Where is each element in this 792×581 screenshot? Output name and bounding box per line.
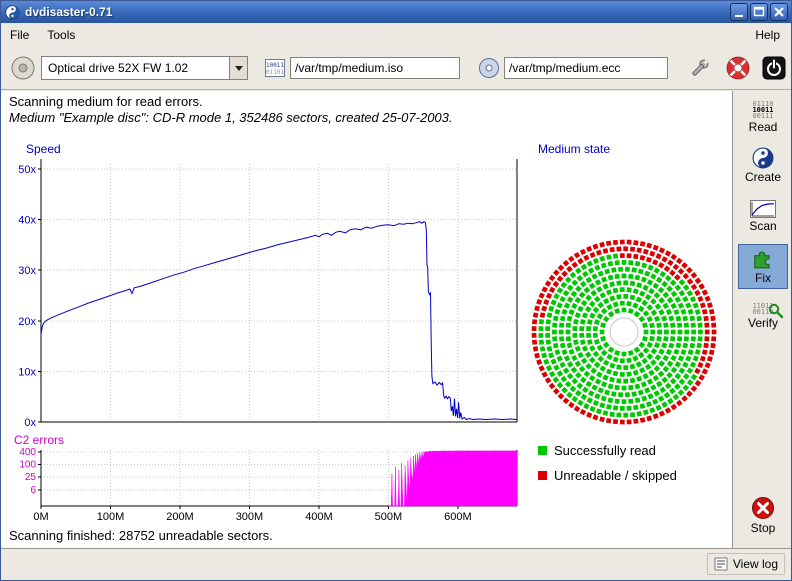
- svg-text:500M: 500M: [375, 511, 403, 523]
- svg-text:25: 25: [25, 472, 37, 483]
- puzzle-icon: [752, 248, 774, 270]
- quit-button[interactable]: [760, 54, 788, 82]
- stop-button-label: Stop: [751, 521, 776, 535]
- svg-text:0x: 0x: [24, 417, 36, 429]
- view-log-label: View log: [733, 557, 778, 571]
- svg-text:600M: 600M: [444, 511, 472, 523]
- fix-button[interactable]: Fix: [738, 244, 788, 289]
- toolbar: Optical drive 52X FW 1.02 10011 01101: [1, 47, 791, 90]
- log-icon: [714, 557, 728, 571]
- svg-text:30x: 30x: [18, 265, 36, 277]
- legend-swatch-skipped: [538, 471, 547, 480]
- view-log-button[interactable]: View log: [707, 553, 785, 575]
- window-title: dvdisaster-0.71: [25, 5, 112, 19]
- magnifier-icon: [768, 303, 784, 319]
- medium-state-disc: [528, 231, 722, 429]
- curve-icon: [750, 200, 776, 218]
- wrench-icon: [689, 57, 711, 79]
- binary-icon: 01110 10011 00111: [752, 101, 773, 119]
- svg-text:10x: 10x: [18, 366, 36, 378]
- statusbar: View log: [1, 548, 791, 581]
- close-button[interactable]: [770, 3, 788, 21]
- svg-text:400M: 400M: [305, 511, 333, 523]
- verify-button[interactable]: 11011 00110 Verify: [738, 293, 788, 339]
- svg-text:01101: 01101: [266, 69, 284, 76]
- scan-button[interactable]: Scan: [738, 194, 788, 238]
- drive-select-value: Optical drive 52X FW 1.02: [42, 61, 229, 75]
- svg-text:10011: 10011: [266, 62, 284, 69]
- power-icon: [762, 56, 786, 80]
- create-button-label: Create: [745, 170, 781, 184]
- svg-text:C2 errors: C2 errors: [14, 433, 64, 447]
- svg-text:6: 6: [30, 485, 36, 496]
- yin-yang-icon: [752, 147, 774, 169]
- fix-button-label: Fix: [755, 271, 771, 285]
- app-window: dvdisaster-0.71 File Tools Help Opti: [0, 0, 792, 581]
- lifesaver-icon: [726, 56, 750, 80]
- menu-tools[interactable]: Tools: [38, 24, 84, 46]
- speed-c2-chart: 0M 100M 200M 300M 400M 500M 600M 0x 10x 20x 30x 40x…: [9, 141, 529, 533]
- svg-text:20x: 20x: [18, 316, 36, 328]
- drive-icon: [10, 55, 36, 81]
- legend-label-read: Successfully read: [554, 443, 656, 458]
- svg-text:Speed: Speed: [26, 142, 61, 156]
- stop-button[interactable]: Stop: [738, 491, 788, 539]
- legend-item-skipped: Unreadable / skipped: [538, 468, 677, 483]
- svg-text:50x: 50x: [18, 164, 36, 176]
- stop-icon: [751, 496, 775, 520]
- svg-text:40x: 40x: [18, 215, 36, 227]
- read-button-label: Read: [749, 120, 778, 134]
- legend-item-read: Successfully read: [538, 443, 656, 458]
- medium-state-title: Medium state: [538, 142, 610, 156]
- verify-icon: 11011 00110: [752, 303, 773, 315]
- legend-swatch-read: [538, 446, 547, 455]
- read-button[interactable]: 01110 10011 00111 Read: [738, 96, 788, 138]
- menu-help[interactable]: Help: [746, 24, 789, 46]
- svg-text:200M: 200M: [166, 511, 194, 523]
- preferences-button[interactable]: [686, 54, 714, 82]
- svg-text:100M: 100M: [97, 511, 125, 523]
- menubar: File Tools Help: [1, 23, 791, 47]
- svg-text:400: 400: [19, 447, 36, 458]
- legend-label-skipped: Unreadable / skipped: [554, 468, 677, 483]
- medium-info: Medium "Example disc": CD-R mode 1, 3524…: [9, 110, 453, 125]
- titlebar[interactable]: dvdisaster-0.71: [1, 1, 791, 23]
- svg-text:100: 100: [19, 460, 36, 471]
- status-message: Scanning medium for read errors.: [9, 94, 203, 109]
- ecc-file-icon: [478, 57, 500, 79]
- scan-result-status: Scanning finished: 28752 unreadable sect…: [9, 528, 273, 543]
- maximize-button[interactable]: [750, 3, 768, 21]
- svg-text:300M: 300M: [236, 511, 264, 523]
- chevron-down-icon: [235, 66, 243, 71]
- menu-file[interactable]: File: [1, 24, 38, 46]
- main-panel: Scanning medium for read errors. Medium …: [1, 91, 732, 548]
- combo-arrow-button[interactable]: [229, 57, 247, 79]
- iso-path-input[interactable]: [290, 57, 460, 79]
- action-sidebar: 01110 10011 00111 Read Create Scan: [732, 91, 792, 548]
- help-button[interactable]: [724, 54, 752, 82]
- app-icon: [5, 5, 20, 20]
- svg-text:0M: 0M: [33, 511, 48, 523]
- drive-eject-button[interactable]: [9, 54, 37, 82]
- drive-select[interactable]: Optical drive 52X FW 1.02: [41, 56, 248, 80]
- create-button[interactable]: Create: [738, 143, 788, 187]
- iso-file-icon: 10011 01101: [264, 57, 286, 79]
- scan-button-label: Scan: [749, 219, 776, 233]
- ecc-path-input[interactable]: [504, 57, 668, 79]
- minimize-button[interactable]: [730, 3, 748, 21]
